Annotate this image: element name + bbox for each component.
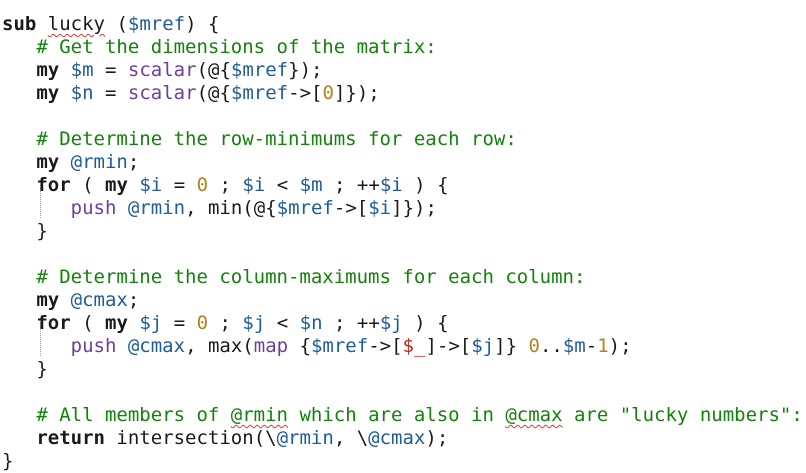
code-keyword: sub: [2, 13, 37, 35]
code-line: # Determine the row-minimums for each ro…: [2, 128, 517, 151]
code-editor[interactable]: sub lucky ($mref) { # Get the dimensions…: [0, 0, 806, 472]
code-variable: @rmin: [70, 151, 128, 173]
code-variable: $mref: [230, 82, 289, 104]
code-variable: $i: [139, 174, 163, 196]
code-keyword: for: [36, 174, 71, 196]
code-keyword: my: [36, 289, 60, 311]
code-builtin: push: [70, 197, 117, 219]
code-variable: $mref: [310, 335, 369, 357]
code-number: 1: [597, 335, 609, 357]
spellcheck-word: @cmax: [505, 404, 563, 426]
code-line: }: [36, 358, 48, 380]
code-builtin: push: [70, 335, 117, 357]
code-variable: @cmax: [368, 427, 426, 449]
code-line: sub lucky ($mref) {: [2, 13, 220, 35]
code-keyword: my: [36, 82, 60, 104]
code-variable: $i: [368, 197, 392, 219]
code-number: 0: [322, 82, 334, 104]
code-line: push @cmax, max(map {$mref->[$_]->[$j]} …: [70, 335, 632, 357]
code-variable: @cmax: [70, 289, 128, 311]
code-variable: $n: [299, 312, 323, 334]
code-variable: $j: [139, 312, 163, 334]
code-builtin: map: [253, 335, 289, 357]
code-variable: $n: [70, 82, 94, 104]
code-variable: $m: [299, 174, 323, 196]
code-variable: @cmax: [127, 335, 186, 357]
code-keyword: my: [105, 174, 128, 196]
code-line: # Get the dimensions of the matrix:: [2, 36, 437, 59]
code-identifier: intersection: [116, 427, 254, 449]
code-line: for ( my $j = 0 ; $j < $n ; ++$j ) {: [36, 312, 449, 334]
code-line: push @rmin, min(@{$mref->[$i]});: [70, 197, 437, 219]
code-comment: # Determine the column-maximums for each…: [36, 266, 586, 288]
code-builtin: scalar: [127, 59, 197, 81]
code-line: my $m = scalar(@{$mref});: [36, 59, 323, 81]
code-identifier: min: [207, 197, 243, 219]
code-line: my $n = scalar(@{$mref->[0]});: [36, 82, 380, 104]
code-line: # Determine the column-maximums for each…: [2, 266, 585, 289]
code-variable: @rmin: [276, 427, 334, 449]
code-number: 0: [196, 174, 209, 196]
code-variable: $mref: [230, 59, 289, 81]
code-line: for ( my $i = 0 ; $i < $m ; ++$i ) {: [36, 174, 449, 196]
code-variable: $m: [562, 335, 586, 357]
code-variable: $j: [379, 312, 403, 334]
code-comment: # All members of @rmin which are also in…: [36, 404, 803, 426]
code-number: 0: [196, 312, 209, 334]
special-variable: $_: [402, 335, 426, 357]
code-variable: $j: [242, 312, 266, 334]
code-variable: $m: [70, 59, 94, 81]
code-variable: $i: [379, 174, 403, 196]
code-number: 0: [528, 335, 540, 357]
code-builtin: scalar: [127, 82, 197, 104]
code-variable: $mref: [127, 13, 186, 35]
code-line: }: [36, 220, 48, 242]
code-line: # All members of @rmin which are also in…: [2, 404, 803, 427]
code-keyword: my: [36, 151, 60, 173]
code-comment: # Determine the row-minimums for each ro…: [36, 128, 517, 150]
code-identifier: max: [207, 335, 243, 357]
code-line: }: [2, 450, 14, 472]
code-line: return intersection(\@rmin, \@cmax);: [36, 427, 449, 449]
code-keyword: my: [36, 59, 60, 81]
code-line: my @rmin;: [36, 151, 140, 173]
code-variable: $i: [242, 174, 266, 196]
code-keyword: return: [36, 427, 105, 449]
code-line: my @cmax;: [36, 289, 140, 311]
code-keyword: my: [105, 312, 128, 334]
code-keyword: for: [36, 312, 71, 334]
code-variable: @rmin: [127, 197, 186, 219]
code-comment: # Get the dimensions of the matrix:: [36, 36, 437, 58]
code-variable: $mref: [276, 197, 334, 219]
code-variable: $j: [471, 335, 495, 357]
spellcheck-word: @rmin: [230, 404, 288, 426]
code-sub-name: lucky: [47, 13, 105, 35]
